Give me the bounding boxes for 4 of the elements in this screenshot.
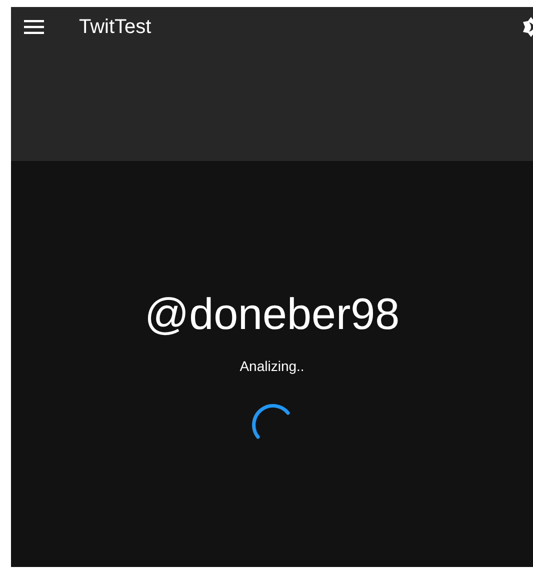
- app-title: TwitTest: [79, 15, 152, 40]
- menu-icon: [24, 20, 44, 34]
- status-text: Analizing..: [240, 357, 304, 375]
- username-heading: @doneber98: [144, 289, 400, 341]
